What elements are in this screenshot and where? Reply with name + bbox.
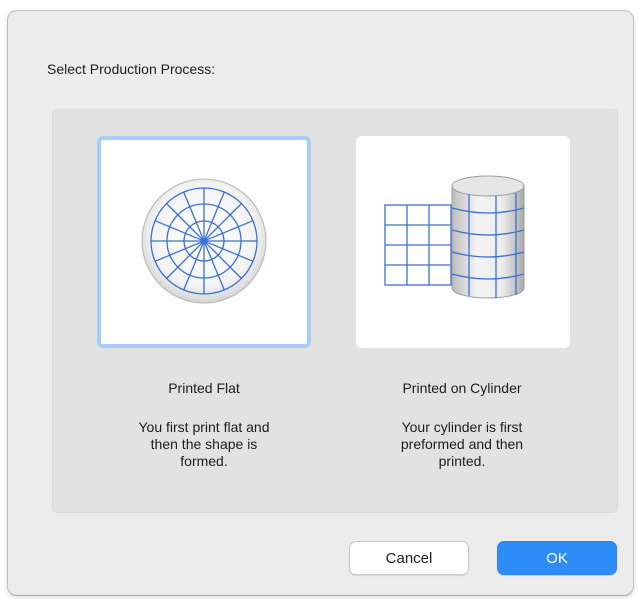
dialog-title: Select Production Process: xyxy=(47,61,216,77)
printed-on-cylinder-tile[interactable] xyxy=(356,136,570,348)
printed-flat-label: Printed Flat xyxy=(168,380,240,396)
production-process-dialog: Select Production Process: Printed Flat … xyxy=(7,10,634,596)
option-printed-flat: Printed Flat You first print flat and th… xyxy=(81,110,321,514)
printed-on-cylinder-description: Your cylinder is first preformed and the… xyxy=(400,419,524,469)
ok-button[interactable]: OK xyxy=(497,541,617,575)
cylinder-grid-icon xyxy=(384,175,525,299)
option-printed-on-cylinder: Printed on Cylinder Your cylinder is fir… xyxy=(347,110,587,514)
options-panel: Printed Flat You first print flat and th… xyxy=(52,109,618,513)
flat-disc-grid-icon xyxy=(141,178,267,304)
cancel-button[interactable]: Cancel xyxy=(349,541,469,575)
printed-flat-tile[interactable] xyxy=(97,136,311,348)
printed-flat-description: You first print flat and then the shape … xyxy=(138,419,270,469)
printed-on-cylinder-label: Printed on Cylinder xyxy=(402,380,522,396)
